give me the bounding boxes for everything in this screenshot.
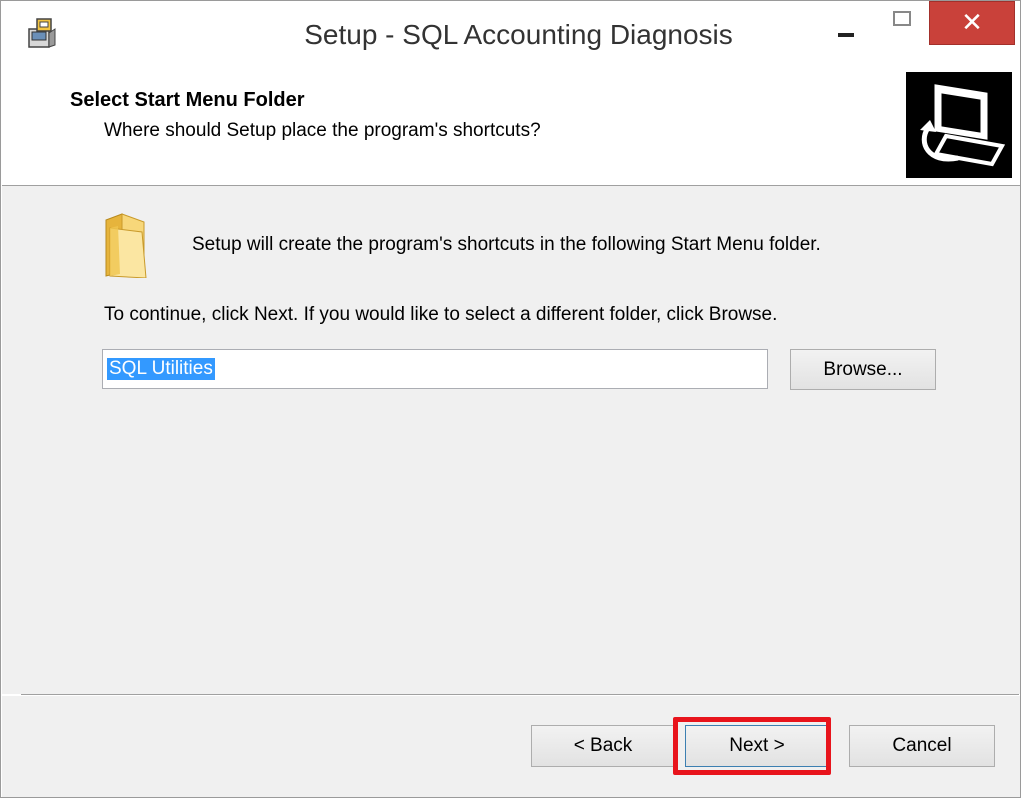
minimize-icon [838, 33, 854, 37]
continue-instructions: To continue, click Next. If you would li… [104, 304, 778, 325]
title-bar[interactable]: Setup - SQL Accounting Diagnosis ✕ [1, 1, 1020, 65]
wizard-header: Select Start Menu Folder Where should Se… [2, 65, 1020, 186]
folder-input-value: SQL Utilities [107, 358, 215, 380]
computer-install-icon [906, 72, 1012, 178]
maximize-button[interactable] [879, 1, 925, 45]
browse-button[interactable]: Browse... [790, 349, 936, 390]
start-menu-folder-input[interactable]: SQL Utilities [102, 349, 768, 389]
cancel-button[interactable]: Cancel [849, 725, 995, 767]
close-icon: ✕ [961, 7, 983, 37]
folder-icon [105, 213, 147, 278]
page-subtitle: Where should Setup place the program's s… [104, 120, 541, 141]
page-title: Select Start Menu Folder [70, 89, 305, 111]
maximize-icon [893, 11, 911, 26]
next-button-highlight [673, 717, 831, 775]
back-button[interactable]: < Back [531, 725, 675, 767]
close-button[interactable]: ✕ [929, 1, 1015, 45]
wizard-footer: < Back Next > Cancel [2, 696, 1020, 797]
setup-message: Setup will create the program's shortcut… [192, 234, 821, 255]
minimize-button[interactable] [829, 1, 869, 45]
setup-window: Setup - SQL Accounting Diagnosis ✕ Selec… [0, 0, 1021, 798]
wizard-content: Setup will create the program's shortcut… [2, 186, 1020, 694]
